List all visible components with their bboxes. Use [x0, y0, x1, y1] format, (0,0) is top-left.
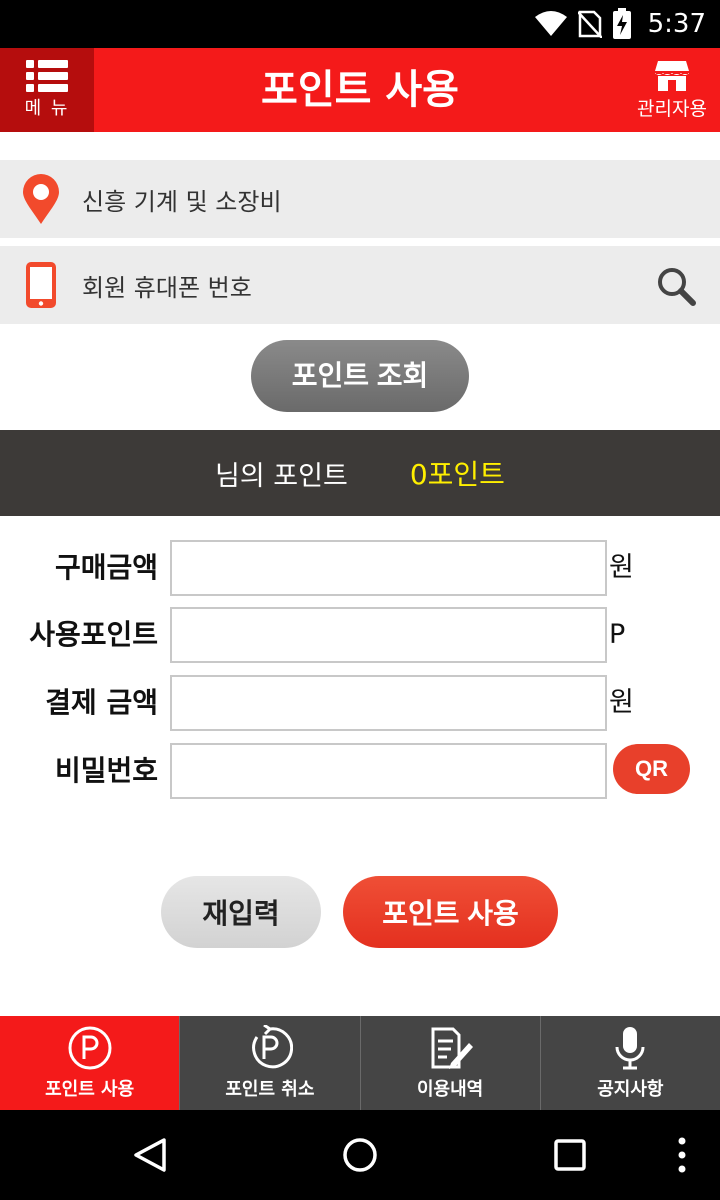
- menu-label: 메 뉴: [24, 98, 70, 119]
- nav-back-button[interactable]: [120, 1110, 180, 1200]
- payment-amount-input[interactable]: [170, 675, 607, 731]
- point-balance-band: 님의 포인트 0포인트: [0, 430, 720, 516]
- status-icons: 5:37: [534, 0, 706, 48]
- payment-amount-unit: 원: [609, 687, 634, 718]
- point-inquiry-button[interactable]: 포인트 조회: [251, 340, 469, 412]
- tab-notice[interactable]: 공지사항: [540, 1016, 720, 1110]
- point-balance-value: 0포인트: [409, 458, 505, 491]
- purchase-amount-unit: 원: [609, 552, 634, 583]
- bottom-tab-bar: 포인트 사용 포인트 취소 이용내역 공지사항: [0, 1016, 720, 1110]
- home-icon: [343, 1138, 377, 1172]
- tab-history[interactable]: 이용내역: [360, 1016, 541, 1110]
- menu-list-icon: [26, 60, 68, 92]
- use-points-button[interactable]: 포인트 사용: [343, 876, 558, 948]
- store-row: 신흥 기계 및 소장비: [0, 160, 720, 238]
- reset-button[interactable]: 재입력: [161, 876, 321, 948]
- history-icon: [431, 1027, 474, 1069]
- status-bar: 5:37: [0, 0, 720, 48]
- status-time: 5:37: [647, 9, 706, 39]
- tab-label: 포인트 사용: [45, 1079, 135, 1100]
- tab-label: 이용내역: [417, 1079, 484, 1100]
- use-points-label: 사용포인트: [29, 618, 158, 651]
- p-cancel-icon: [252, 1025, 293, 1069]
- tab-label: 포인트 취소: [225, 1079, 315, 1100]
- page-title: 포인트 사용: [261, 67, 459, 113]
- wifi-icon: [534, 11, 567, 36]
- battery-charging-icon: [612, 8, 631, 39]
- nav-overflow-button[interactable]: [664, 1110, 700, 1200]
- recents-icon: [554, 1139, 586, 1171]
- mobile-phone-icon: [26, 262, 56, 308]
- purchase-amount-input[interactable]: [170, 540, 607, 596]
- point-owner-label: 님의 포인트: [215, 460, 348, 492]
- store-name: 신흥 기계 및 소장비: [82, 187, 282, 216]
- admin-label: 관리자용: [637, 97, 707, 120]
- nav-recents-button[interactable]: [540, 1110, 600, 1200]
- p-circle-icon: [68, 1026, 112, 1070]
- password-input[interactable]: [170, 743, 607, 799]
- back-icon: [134, 1138, 166, 1172]
- microphone-icon: [615, 1027, 645, 1070]
- purchase-amount-label: 구매금액: [54, 551, 158, 584]
- more-vertical-icon: [678, 1137, 686, 1173]
- use-points-input[interactable]: [170, 607, 607, 663]
- nav-home-button[interactable]: [330, 1110, 390, 1200]
- tab-point-cancel[interactable]: 포인트 취소: [180, 1016, 361, 1110]
- menu-button[interactable]: 메 뉴: [0, 48, 94, 132]
- search-icon[interactable]: [656, 266, 696, 306]
- tab-label: 공지사항: [597, 1079, 664, 1100]
- phone-number-placeholder[interactable]: 회원 휴대폰 번호: [82, 268, 252, 303]
- admin-button[interactable]: 관리자용: [632, 48, 712, 132]
- tab-point-use[interactable]: 포인트 사용: [0, 1016, 181, 1110]
- app-header: 메 뉴 포인트 사용 관리자용: [0, 48, 720, 132]
- no-sim-icon: [577, 10, 602, 38]
- password-label: 비밀번호: [54, 754, 158, 787]
- payment-amount-label: 결제 금액: [45, 686, 158, 719]
- location-pin-icon: [23, 174, 59, 224]
- phone-row[interactable]: 회원 휴대폰 번호: [0, 246, 720, 324]
- qr-button[interactable]: QR: [613, 744, 690, 794]
- use-points-unit: P: [609, 619, 626, 650]
- system-nav-bar: [0, 1110, 720, 1200]
- store-icon: [655, 60, 689, 91]
